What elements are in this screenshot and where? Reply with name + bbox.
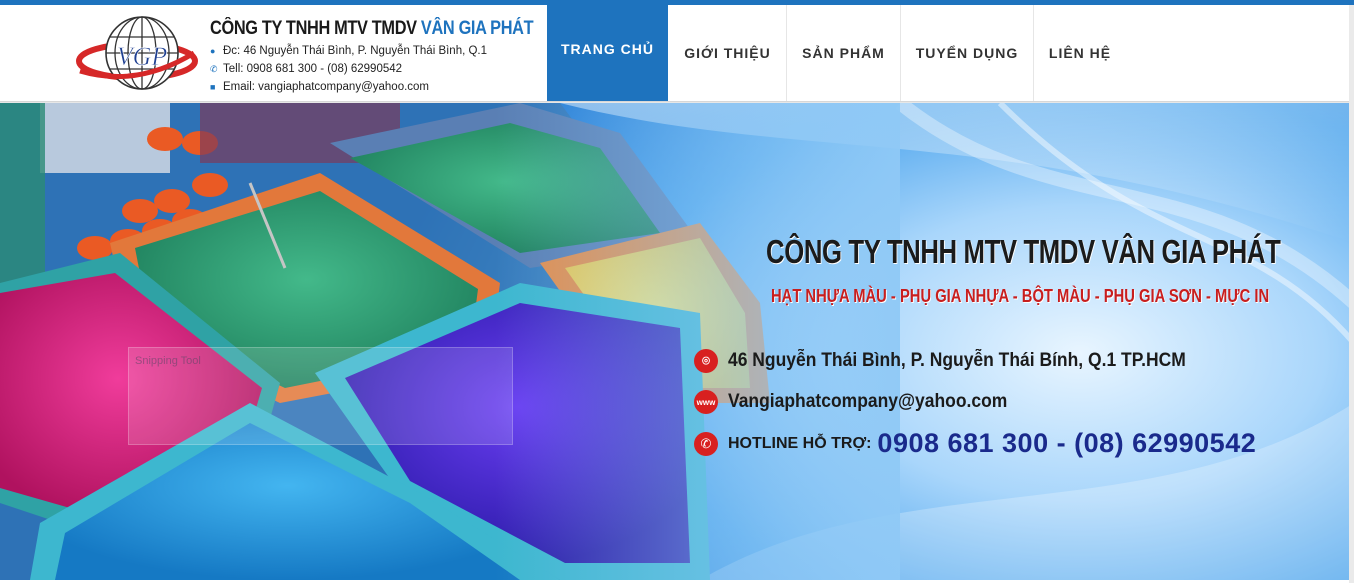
mail-icon: ■ bbox=[210, 82, 216, 92]
banner-address-text: 46 Nguyễn Thái Bình, P. Nguyễn Thái Bính… bbox=[728, 350, 1186, 371]
nav-trang-chu[interactable]: TRANG CHỦ bbox=[547, 5, 668, 101]
nav-lien-he[interactable]: LIÊN HỆ bbox=[1034, 5, 1126, 101]
hotline-numbers[interactable]: 0908 681 300 - (08) 62990542 bbox=[877, 428, 1256, 459]
snipping-tool-overlay[interactable]: Snipping Tool bbox=[128, 347, 513, 445]
banner-address: ⌾ 46 Nguyễn Thái Bình, P. Nguyễn Thái Bí… bbox=[694, 349, 1226, 373]
company-name-prefix: CÔNG TY TNHH MTV TMDV bbox=[210, 18, 421, 39]
header-email: ■ Email: vangiaphatcompany@yahoo.com bbox=[210, 81, 429, 93]
header-phone-text: Tell: 0908 681 300 - (08) 62990542 bbox=[223, 63, 403, 75]
banner-hotline: ✆ HOTLINE HỖ TRỢ: 0908 681 300 - (08) 62… bbox=[694, 428, 1256, 459]
nav-gioi-thieu[interactable]: GIỚI THIỆU bbox=[669, 5, 787, 101]
logo-text: VGP bbox=[117, 42, 168, 71]
logo-block[interactable]: VGP CÔNG TY TNHH MTV TMDV VÂN GIA PHÁT ●… bbox=[0, 5, 547, 101]
banner-email: www Vangiaphatcompany@yahoo.com bbox=[694, 390, 1032, 414]
header-email-text: Email: vangiaphatcompany@yahoo.com bbox=[223, 81, 430, 93]
header-address-text: Đc: 46 Nguyễn Thái Bình, P. Nguyễn Thái … bbox=[223, 45, 488, 57]
nav-san-pham[interactable]: SẢN PHẨM bbox=[787, 5, 901, 101]
company-logo-icon: VGP bbox=[76, 16, 198, 90]
banner-pigment-image bbox=[0, 103, 1354, 580]
banner-title: CÔNG TY TNHH MTV TMDV VÂN GIA PHÁT bbox=[766, 233, 1281, 270]
nav-tuyen-dung[interactable]: TUYỂN DỤNG bbox=[901, 5, 1034, 101]
header-address: ● Đc: 46 Nguyễn Thái Bình, P. Nguyễn Thái… bbox=[210, 45, 487, 57]
www-icon: www bbox=[694, 390, 718, 414]
company-name-accent: VÂN GIA PHÁT bbox=[420, 18, 534, 39]
company-name: CÔNG TY TNHH MTV TMDV VÂN GIA PHÁT bbox=[210, 18, 534, 40]
map-pin-icon: ● bbox=[210, 46, 216, 56]
site-header: VGP CÔNG TY TNHH MTV TMDV VÂN GIA PHÁT ●… bbox=[0, 5, 1354, 101]
hotline-label: HOTLINE HỖ TRỢ: bbox=[728, 434, 872, 452]
window-scrollbar-edge[interactable] bbox=[1349, 5, 1354, 583]
banner-email-text: Vangiaphatcompany@yahoo.com bbox=[728, 391, 1008, 412]
map-pin-icon: ⌾ bbox=[694, 349, 718, 373]
phone-icon: ✆ bbox=[694, 431, 718, 456]
snipping-tool-label: Snipping Tool bbox=[135, 355, 201, 367]
header-phone: ✆ Tell: 0908 681 300 - (08) 62990542 bbox=[210, 63, 402, 75]
main-nav: TRANG CHỦ GIỚI THIỆU SẢN PHẨM TUYỂN DỤNG… bbox=[547, 5, 1126, 101]
phone-icon: ✆ bbox=[210, 64, 218, 74]
hero-banner: Snipping Tool CÔNG TY TNHH MTV TMDV VÂN … bbox=[0, 103, 1354, 580]
banner-subtitle: HẠT NHỰA MÀU - PHỤ GIA NHỰA - BỘT MÀU - … bbox=[771, 286, 1270, 306]
